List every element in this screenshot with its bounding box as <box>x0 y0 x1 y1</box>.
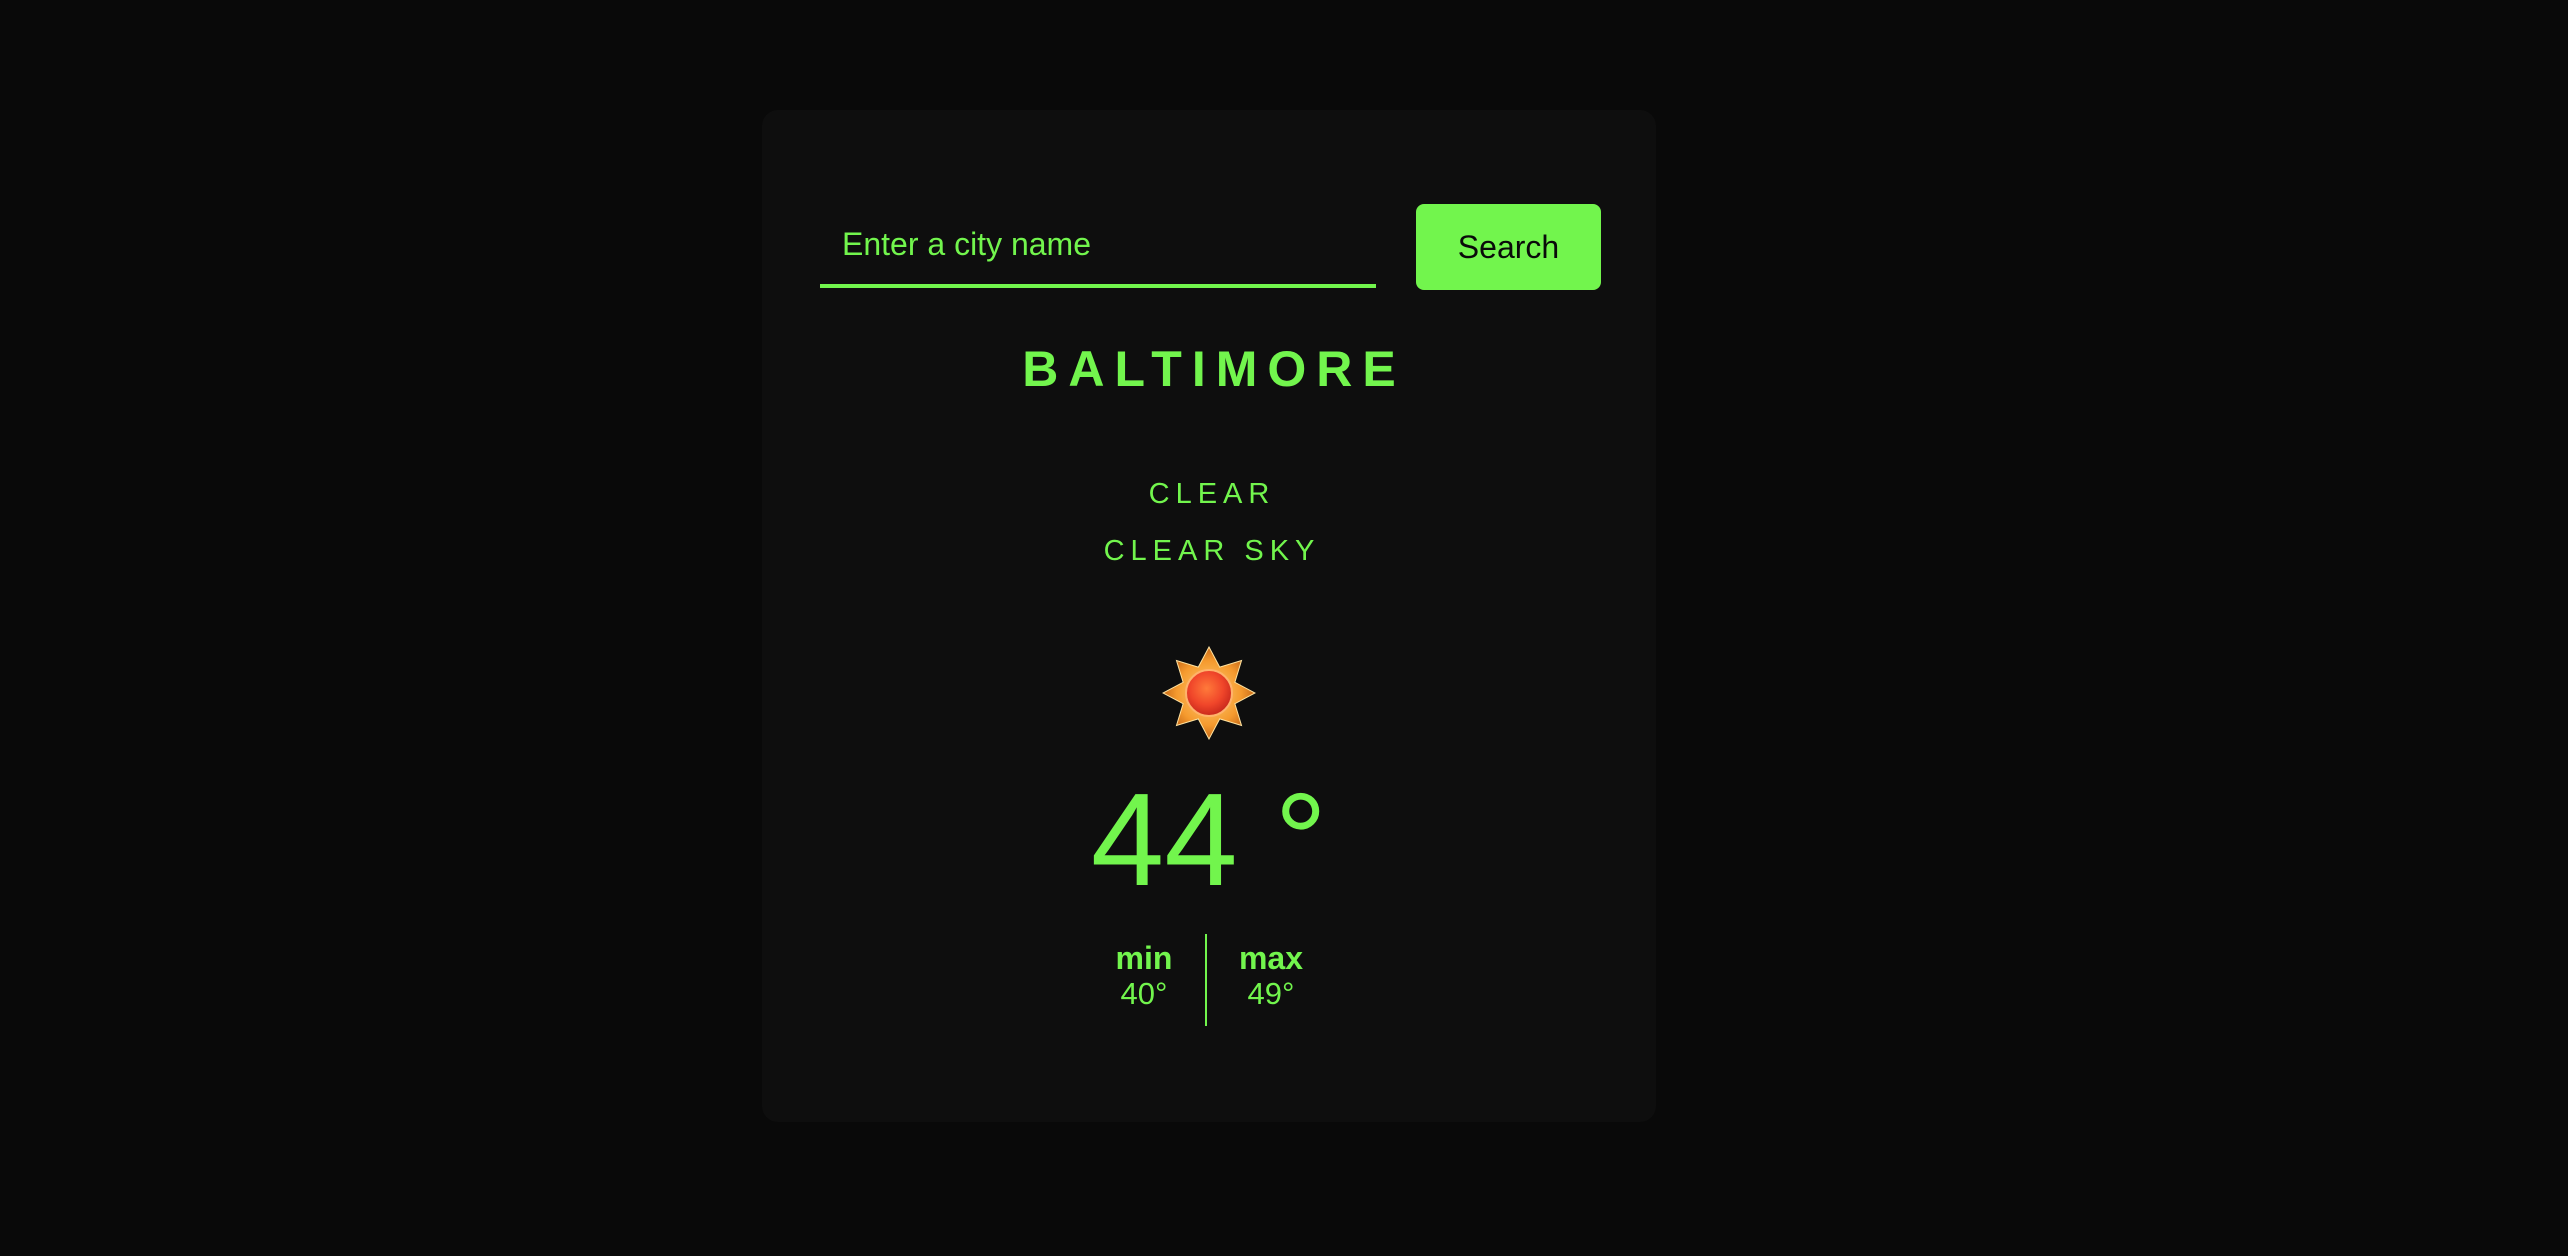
city-search-input[interactable] <box>820 204 1376 288</box>
weather-card: Search BALTIMORE CLEAR CLEAR SKY 44 ° <box>762 110 1656 1122</box>
min-max-temperatures: min 40° max 49° <box>762 932 1656 1026</box>
max-label: max <box>1238 940 1304 976</box>
max-temperature: max 49° <box>1211 932 1331 1009</box>
min-max-divider <box>1205 934 1207 1026</box>
weather-condition: CLEAR <box>1148 478 1276 510</box>
search-bar: Search <box>820 204 1601 294</box>
weather-description: CLEAR SKY <box>1103 535 1321 567</box>
min-value: 40° <box>1120 976 1168 1011</box>
min-label: min <box>1115 940 1173 976</box>
city-name: BALTIMORE <box>1022 341 1406 397</box>
max-value: 49° <box>1247 976 1295 1011</box>
min-temperature: min 40° <box>1084 932 1204 1009</box>
search-button[interactable]: Search <box>1416 204 1601 290</box>
current-temperature: 44 ° <box>1090 766 1328 913</box>
sun-icon <box>1161 645 1257 741</box>
